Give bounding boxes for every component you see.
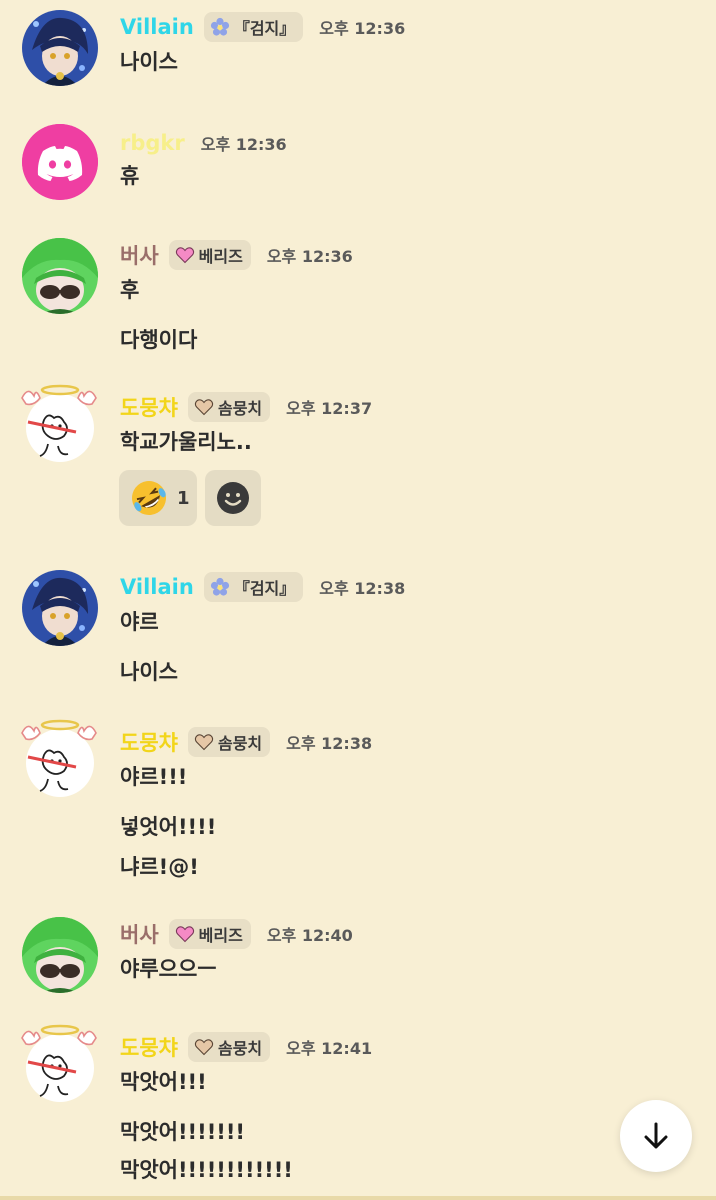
beige-heart-icon — [194, 397, 214, 417]
timestamp: 오후 12:38 — [319, 579, 406, 598]
message-text: 야르!!! — [120, 765, 188, 789]
scroll-to-bottom-button[interactable] — [620, 1100, 692, 1172]
beige-heart-icon — [194, 1037, 214, 1057]
username[interactable]: 도뭉챠 — [120, 727, 178, 757]
message-header: rbgkr 오후 12:36 — [120, 126, 287, 160]
message-text: 냐르!@! — [120, 855, 199, 879]
timestamp: 오후 12:36 — [319, 19, 406, 38]
message-header: 버사 베리즈 오후 12:36 — [120, 238, 353, 272]
message-header: 도뭉챠 솜뭉치 오후 12:37 — [120, 390, 372, 424]
role-name: 솜뭉치 — [217, 399, 263, 418]
role-badge[interactable]: 베리즈 — [168, 919, 251, 949]
bersa-avatar-image — [22, 238, 98, 314]
timestamp: 오후 12:40 — [266, 926, 353, 945]
role-badge[interactable]: 솜뭉치 — [187, 392, 271, 422]
villain-avatar-image — [22, 570, 98, 646]
role-name: 베리즈 — [198, 247, 243, 266]
dodungcha-avatar-image — [21, 384, 97, 462]
message-text: 다행이다 — [120, 328, 198, 352]
arrow-down-icon — [640, 1120, 672, 1152]
avatar[interactable] — [22, 917, 98, 993]
message-text: 학교가울리노.. — [120, 430, 252, 454]
beige-heart-icon — [194, 732, 214, 752]
message-header: Villain 『검지』 오후 12:38 — [120, 570, 405, 604]
pink-heart-icon — [175, 245, 195, 265]
username[interactable]: rbgkr — [120, 131, 185, 155]
avatar[interactable] — [22, 124, 98, 200]
message-header: 버사 베리즈 오후 12:40 — [120, 917, 353, 951]
username[interactable]: 도뭉챠 — [120, 1032, 178, 1062]
role-name: 솜뭉치 — [217, 734, 263, 753]
username[interactable]: Villain — [120, 575, 194, 599]
message-text: 나이스 — [120, 660, 178, 684]
message-text: 막앗어!!!!!!!!!!!! — [120, 1158, 293, 1182]
smiley-add-icon — [216, 481, 250, 515]
avatar[interactable] — [18, 1024, 100, 1106]
blue-flower-icon — [210, 577, 230, 597]
message-header: Villain 『검지』 오후 12:36 — [120, 10, 405, 44]
rolling-laughing-emoji — [129, 478, 169, 518]
avatar[interactable] — [22, 238, 98, 314]
role-badge[interactable]: 솜뭉치 — [187, 727, 271, 757]
message-header: 도뭉챠 솜뭉치 오후 12:38 — [120, 725, 372, 759]
role-name: 『검지』 — [233, 19, 296, 38]
username[interactable]: 도뭉챠 — [120, 392, 178, 422]
reaction-button[interactable]: 1 — [119, 470, 197, 526]
timestamp: 오후 12:38 — [286, 734, 373, 753]
dodungcha-avatar-image — [21, 1024, 97, 1102]
pink-heart-icon — [175, 924, 195, 944]
add-reaction-button[interactable] — [205, 470, 261, 526]
message-text: 후 — [120, 278, 140, 302]
discord-icon — [22, 124, 98, 200]
villain-avatar-image — [22, 10, 98, 86]
message-text: 막앗어!!! — [120, 1070, 207, 1094]
blue-flower-icon — [210, 17, 230, 37]
avatar[interactable] — [22, 570, 98, 646]
role-name: 솜뭉치 — [217, 1039, 263, 1058]
message-text: 휴 — [120, 164, 140, 188]
timestamp: 오후 12:36 — [266, 247, 353, 266]
role-badge[interactable]: 베리즈 — [168, 240, 251, 270]
avatar[interactable] — [18, 384, 100, 466]
role-name: 베리즈 — [198, 926, 243, 945]
bottom-divider — [0, 1196, 716, 1200]
message-text: 막앗어!!!!!!! — [120, 1120, 245, 1144]
timestamp: 오후 12:36 — [200, 135, 287, 154]
bersa-avatar-image — [22, 917, 98, 993]
message-text: 넣엇어!!!! — [120, 815, 217, 839]
avatar[interactable] — [18, 719, 100, 801]
username[interactable]: Villain — [120, 15, 194, 39]
message-text: 야르 — [120, 610, 159, 634]
message-text: 야루으으ㅡ — [120, 957, 217, 981]
avatar[interactable] — [22, 10, 98, 86]
username[interactable]: 버사 — [120, 919, 159, 949]
chat-messages: Villain 『검지』 오후 12:36 나이스 rbgkr 오후 12:36 — [0, 0, 716, 1200]
username[interactable]: 버사 — [120, 240, 159, 270]
role-badge[interactable]: 솜뭉치 — [187, 1032, 271, 1062]
message-text: 나이스 — [120, 50, 178, 74]
dodungcha-avatar-image — [21, 719, 97, 797]
role-badge[interactable]: 『검지』 — [203, 572, 304, 602]
timestamp: 오후 12:37 — [286, 399, 373, 418]
reaction-count: 1 — [177, 487, 190, 509]
role-name: 『검지』 — [233, 579, 296, 598]
role-badge[interactable]: 『검지』 — [203, 12, 304, 42]
reactions-bar: 1 — [119, 470, 269, 526]
timestamp: 오후 12:41 — [286, 1039, 373, 1058]
message-header: 도뭉챠 솜뭉치 오후 12:41 — [120, 1030, 372, 1064]
